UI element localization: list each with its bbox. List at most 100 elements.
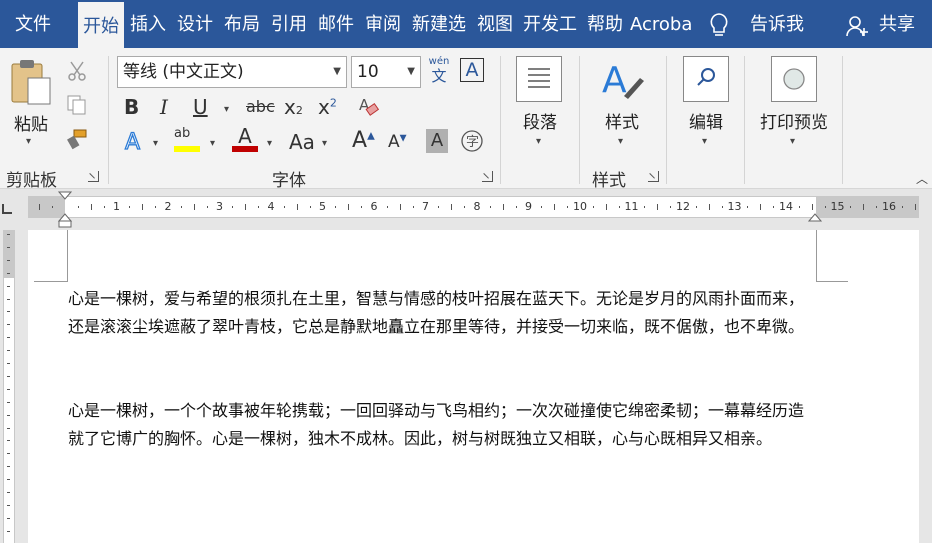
share-person-icon xyxy=(846,16,868,37)
change-case-button[interactable]: Aa xyxy=(289,130,315,154)
tab-help[interactable]: 帮助 xyxy=(583,0,627,48)
ruler-tick-mark xyxy=(206,206,208,208)
tab-layout[interactable]: 布局 xyxy=(220,0,264,48)
italic-icon[interactable]: I xyxy=(160,95,168,119)
vertical-ruler-tick xyxy=(7,246,10,248)
font-color-dropdown-icon[interactable]: ▾ xyxy=(267,138,272,149)
phonetic-guide-button[interactable]: wén 文 xyxy=(428,56,450,86)
ruler-tick-label: 1 xyxy=(113,200,120,213)
print-preview-button[interactable]: 打印预览 ▾ xyxy=(754,56,834,156)
styles-dialog-launcher[interactable] xyxy=(648,171,659,182)
paragraph-dropdown-icon: ▾ xyxy=(536,136,542,147)
highlight-swatch xyxy=(174,146,200,152)
ruler-tick-mark xyxy=(155,206,157,208)
character-border-icon[interactable]: A xyxy=(460,58,484,82)
tell-me-search[interactable]: 告诉我 xyxy=(746,0,808,48)
ruler-tick-mark xyxy=(798,206,800,208)
vertical-ruler[interactable] xyxy=(0,230,18,543)
ruler-tick-mark xyxy=(245,204,247,210)
ruler-tick-label: 16 xyxy=(882,200,896,213)
font-dialog-launcher[interactable] xyxy=(482,171,493,182)
tab-file[interactable]: 文件 xyxy=(0,0,66,48)
tab-review[interactable]: 审阅 xyxy=(361,0,405,48)
text-effects-icon[interactable]: A xyxy=(122,128,148,154)
text-effects-dropdown-icon[interactable]: ▾ xyxy=(153,138,158,149)
right-indent-marker-icon[interactable] xyxy=(808,212,822,222)
paragraph-icon xyxy=(516,56,562,102)
font-color-button[interactable]: A xyxy=(232,126,258,154)
enclose-characters-icon[interactable]: 字 xyxy=(460,129,484,153)
tab-acrobat[interactable]: Acroba xyxy=(630,0,692,48)
ruler-tick-mark xyxy=(399,204,401,210)
ruler-tick-mark xyxy=(695,206,697,208)
clipboard-dialog-launcher[interactable] xyxy=(88,171,99,182)
ruler-tick-mark xyxy=(39,204,41,210)
clear-formatting-icon[interactable]: A xyxy=(358,96,380,120)
ruler-tick-label: 4 xyxy=(267,200,275,213)
styles-button[interactable]: A 样式 ▾ xyxy=(594,56,650,156)
ruler-tick-mark xyxy=(914,204,916,210)
cut-scissors-icon[interactable] xyxy=(66,60,88,82)
tab-mailings[interactable]: 邮件 xyxy=(314,0,358,48)
svg-text:A: A xyxy=(125,130,140,154)
tab-developer[interactable]: 开发工 xyxy=(520,0,580,48)
superscript-icon[interactable]: x2 xyxy=(318,95,337,119)
group-divider xyxy=(744,56,745,184)
paragraph-button[interactable]: 段落 ▾ xyxy=(514,56,566,156)
ruler-tick-label: 13 xyxy=(727,200,742,213)
clipboard-group-label: 剪贴板 xyxy=(6,171,57,191)
document-paragraph[interactable]: 心是一棵树，一个个故事被年轮携载；一回回驿动与飞鸟相约；一次次碰撞使它绵密柔韧；… xyxy=(68,397,818,453)
group-divider xyxy=(108,56,109,184)
tab-selector-icon[interactable] xyxy=(2,204,12,214)
vertical-ruler-tick xyxy=(7,363,10,364)
indent-marker-icon[interactable] xyxy=(58,190,72,228)
font-name-combo[interactable]: 等线 (中文正文) ▼ xyxy=(117,56,347,88)
tab-insert[interactable]: 插入 xyxy=(126,0,170,48)
format-painter-icon[interactable] xyxy=(66,128,88,150)
highlight-dropdown-icon[interactable]: ▾ xyxy=(210,138,215,149)
print-preview-label: 打印预览 xyxy=(760,113,828,133)
subscript-icon[interactable]: x2 xyxy=(284,95,303,119)
font-size-combo[interactable]: 10 ▼ xyxy=(351,56,421,88)
paragraph-label: 段落 xyxy=(523,113,557,133)
ruler-tick-mark xyxy=(309,206,311,208)
tab-references[interactable]: 引用 xyxy=(267,0,311,48)
document-paragraph[interactable]: 心是一棵树，爱与希望的根须扎在土里，智慧与情感的枝叶招展在蓝天下。无论是岁月的风… xyxy=(68,285,818,341)
ruler-tick-mark xyxy=(335,206,337,208)
tab-home[interactable]: 开始 xyxy=(78,0,124,48)
editing-button[interactable]: 编辑 ▾ xyxy=(680,56,732,156)
ruler-tick-mark xyxy=(90,204,92,210)
vertical-ruler-tick xyxy=(7,298,10,300)
ruler-tick-mark xyxy=(502,204,504,210)
ruler-tick-mark xyxy=(142,204,144,210)
horizontal-ruler[interactable]: 1 2 3 4 5 6 7 8 9 10 11 12 13 14 15 16 xyxy=(28,196,919,218)
ruler-band: 1 2 3 4 5 6 7 8 9 10 11 12 13 14 15 16 xyxy=(0,190,932,228)
underline-dropdown-icon[interactable]: ▾ xyxy=(224,104,229,115)
ruler-tick-mark xyxy=(747,206,749,208)
tab-view[interactable]: 视图 xyxy=(473,0,517,48)
strikethrough-icon[interactable]: abc xyxy=(246,97,275,116)
grow-font-icon[interactable]: A▲ xyxy=(352,128,375,153)
tab-new-selection[interactable]: 新建选 xyxy=(408,0,470,48)
group-divider xyxy=(579,56,580,184)
underline-icon[interactable]: U xyxy=(193,95,208,119)
ruler-tick-mark xyxy=(103,206,105,208)
tab-design[interactable]: 设计 xyxy=(173,0,217,48)
share-button[interactable]: 共享 xyxy=(875,0,919,48)
collapse-ribbon-icon[interactable]: ︿ xyxy=(916,170,928,187)
svg-text:字: 字 xyxy=(466,135,479,150)
shrink-font-icon[interactable]: A▼ xyxy=(388,132,407,152)
vertical-ruler-tick xyxy=(7,272,10,274)
copy-icon[interactable] xyxy=(66,94,88,116)
styles-brush-icon: A xyxy=(602,60,644,101)
vertical-ruler-tick xyxy=(7,285,10,287)
bold-icon[interactable]: B xyxy=(124,95,139,119)
document-page[interactable]: 心是一棵树，爱与希望的根须扎在土里，智慧与情感的枝叶招展在蓝天下。无论是岁月的风… xyxy=(28,230,919,543)
paste-button[interactable]: 粘贴 ▾ xyxy=(8,58,58,148)
highlight-color-button[interactable]: ab xyxy=(174,126,202,154)
ruler-tick-label: 2 xyxy=(164,200,172,213)
character-shading-icon[interactable]: A xyxy=(426,129,448,153)
vertical-ruler-top-margin xyxy=(3,230,15,278)
ruler-tick-mark xyxy=(489,206,491,208)
change-case-dropdown-icon[interactable]: ▾ xyxy=(322,138,327,149)
